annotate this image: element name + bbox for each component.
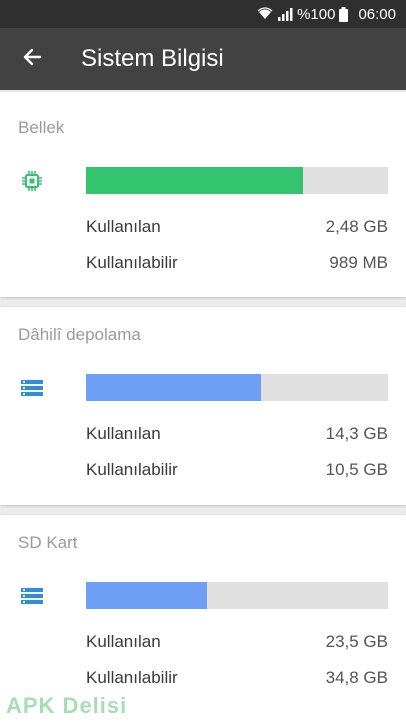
used-label: Kullanılan bbox=[86, 632, 161, 651]
memory-usage-fill bbox=[86, 167, 304, 194]
internal-storage-usage-bar bbox=[86, 374, 388, 401]
arrow-left-icon bbox=[22, 47, 42, 72]
available-value: 34,8 GB bbox=[325, 668, 388, 687]
available-row: Kullanılabilir 989 MB bbox=[86, 253, 388, 273]
available-label: Kullanılabilir bbox=[86, 253, 178, 272]
status-bar: %100 06:00 bbox=[0, 0, 406, 28]
used-row: Kullanılan 23,5 GB bbox=[86, 632, 388, 652]
signal-icon bbox=[277, 7, 293, 21]
storage-list-icon bbox=[20, 584, 44, 608]
internal-storage-usage-fill bbox=[86, 374, 262, 401]
sd-card-usage-bar bbox=[86, 582, 388, 609]
back-button[interactable] bbox=[0, 28, 64, 90]
used-label: Kullanılan bbox=[86, 424, 161, 443]
battery-icon bbox=[339, 6, 349, 22]
memory-usage-bar bbox=[86, 167, 388, 194]
card-title: Dâhilî depolama bbox=[18, 325, 141, 344]
used-row: Kullanılan 14,3 GB bbox=[86, 424, 388, 444]
available-label: Kullanılabilir bbox=[86, 668, 178, 687]
card-title: SD Kart bbox=[18, 533, 78, 552]
available-label: Kullanılabilir bbox=[86, 460, 178, 479]
available-row: Kullanılabilir 34,8 GB bbox=[86, 668, 388, 688]
used-value: 14,3 GB bbox=[325, 424, 388, 443]
clock: 06:00 bbox=[358, 5, 396, 23]
wifi-icon bbox=[257, 7, 273, 21]
watermark-text: APK Delisi bbox=[6, 693, 128, 718]
internal-storage-card: Dâhilî depolama Kullanılan 14,3 GB Kulla… bbox=[0, 307, 406, 505]
used-row: Kullanılan 2,48 GB bbox=[86, 217, 388, 237]
available-row: Kullanılabilir 10,5 GB bbox=[86, 460, 388, 480]
chip-icon bbox=[20, 169, 44, 193]
used-value: 23,5 GB bbox=[325, 632, 388, 651]
app-bar: Sistem Bilgisi bbox=[0, 28, 406, 90]
used-value: 2,48 GB bbox=[325, 217, 388, 236]
sd-card-usage-fill bbox=[86, 582, 207, 609]
used-label: Kullanılan bbox=[86, 217, 161, 236]
available-value: 10,5 GB bbox=[325, 460, 388, 479]
watermark: APK Delisi bbox=[0, 690, 182, 722]
page-title: Sistem Bilgisi bbox=[81, 45, 224, 72]
available-value: 989 MB bbox=[329, 253, 388, 272]
battery-percent: %100 bbox=[297, 5, 336, 23]
storage-list-icon bbox=[20, 376, 44, 400]
memory-card: Bellek Kullanılan 2,48 GB Kullanılabilir… bbox=[0, 92, 406, 297]
card-title: Bellek bbox=[18, 118, 65, 137]
